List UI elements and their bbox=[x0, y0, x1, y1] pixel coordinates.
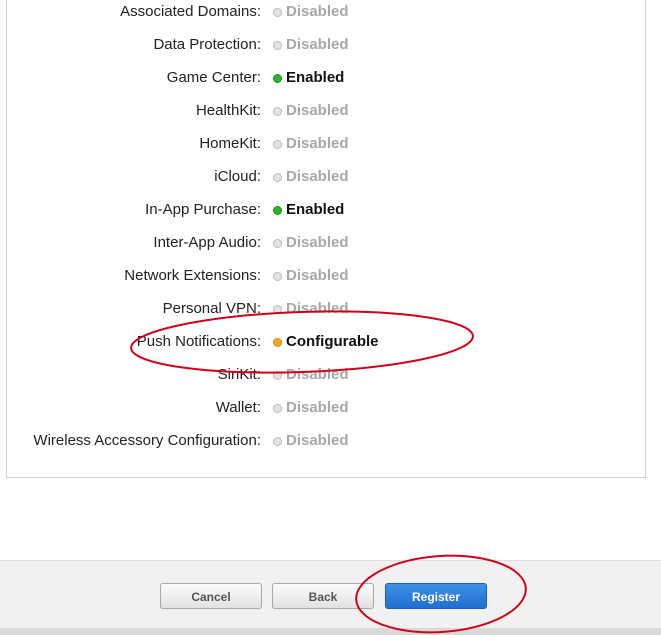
capability-label: Data Protection: bbox=[153, 36, 261, 53]
capability-status: Disabled bbox=[273, 429, 349, 453]
status-text: Disabled bbox=[286, 234, 349, 251]
capability-row: Inter-App Audio: Disabled bbox=[0, 231, 661, 264]
status-text: Disabled bbox=[286, 135, 349, 152]
status-dot-icon bbox=[273, 172, 282, 182]
back-button[interactable]: Back bbox=[272, 583, 374, 609]
capability-label: iCloud: bbox=[214, 168, 261, 185]
status-text: Enabled bbox=[286, 201, 345, 218]
cancel-button[interactable]: Cancel bbox=[160, 583, 262, 609]
status-text: Enabled bbox=[286, 69, 345, 86]
capability-status: Disabled bbox=[273, 132, 349, 156]
capability-row: Wallet: Disabled bbox=[0, 396, 661, 429]
capability-label: HomeKit: bbox=[199, 135, 261, 152]
capability-row: Wireless Accessory Configuration: Disable… bbox=[0, 429, 661, 462]
capability-row: Personal VPN: Disabled bbox=[0, 297, 661, 330]
capability-row: In-App Purchase: Enabled bbox=[0, 198, 661, 231]
capability-label: Network Extensions: bbox=[124, 267, 261, 284]
capability-label: Personal VPN: bbox=[162, 300, 261, 317]
capability-label: Wireless Accessory Configuration: bbox=[33, 432, 261, 449]
status-dot-icon bbox=[273, 40, 282, 50]
capability-row: Data Protection: Disabled bbox=[0, 33, 661, 66]
capability-label: SiriKit: bbox=[217, 366, 261, 383]
status-text: Disabled bbox=[286, 399, 349, 416]
capability-label: In-App Purchase: bbox=[145, 201, 261, 218]
status-text: Disabled bbox=[286, 36, 349, 53]
capability-row: Associated Domains: Disabled bbox=[0, 0, 661, 33]
status-text: Disabled bbox=[286, 168, 349, 185]
status-dot-icon bbox=[273, 205, 282, 215]
status-text: Disabled bbox=[286, 102, 349, 119]
capability-label: Associated Domains: bbox=[120, 3, 261, 20]
capability-status: Configurable bbox=[273, 330, 379, 354]
register-button[interactable]: Register bbox=[385, 583, 487, 609]
capability-row: Game Center: Enabled bbox=[0, 66, 661, 99]
capability-label: Wallet: bbox=[215, 399, 261, 416]
capability-row: HomeKit: Disabled bbox=[0, 132, 661, 165]
status-dot-icon bbox=[273, 238, 282, 248]
capability-status: Enabled bbox=[273, 198, 344, 222]
capability-row: iCloud: Disabled bbox=[0, 165, 661, 198]
status-text: Configurable bbox=[286, 333, 379, 350]
capability-status: Disabled bbox=[273, 99, 349, 123]
capability-row: Network Extensions: Disabled bbox=[0, 264, 661, 297]
capability-status: Disabled bbox=[273, 165, 349, 189]
capability-row: Push Notifications: Configurable bbox=[0, 330, 661, 363]
capability-label: HealthKit: bbox=[195, 102, 261, 119]
status-dot-icon bbox=[273, 73, 282, 83]
capability-status: Disabled bbox=[273, 363, 349, 387]
capability-row: SiriKit: Disabled bbox=[0, 363, 661, 396]
capability-row: HealthKit: Disabled bbox=[0, 99, 661, 132]
footer-bottom-strip bbox=[0, 628, 661, 635]
capability-status: Enabled bbox=[273, 66, 344, 90]
status-dot-icon bbox=[273, 7, 282, 17]
status-dot-icon bbox=[273, 403, 282, 413]
capabilities-page: Associated Domains: Disabled Data Protecti… bbox=[0, 0, 661, 635]
status-dot-icon bbox=[273, 304, 282, 314]
status-dot-icon bbox=[273, 139, 282, 149]
status-text: Disabled bbox=[286, 432, 349, 449]
capability-status: Disabled bbox=[273, 0, 349, 24]
capability-status: Disabled bbox=[273, 297, 349, 321]
status-text: Disabled bbox=[286, 300, 349, 317]
status-dot-icon bbox=[273, 271, 282, 281]
capability-status: Disabled bbox=[273, 264, 349, 288]
status-dot-icon bbox=[273, 436, 282, 446]
capability-label: Inter-App Audio: bbox=[153, 234, 261, 251]
capability-status: Disabled bbox=[273, 396, 349, 420]
status-text: Disabled bbox=[286, 3, 349, 20]
capability-label: Game Center: bbox=[166, 69, 261, 86]
capability-status: Disabled bbox=[273, 33, 349, 57]
capability-label: Push Notifications: bbox=[136, 333, 261, 350]
status-dot-icon bbox=[273, 370, 282, 380]
footer-bar: Cancel Back Register bbox=[0, 560, 661, 629]
capability-status: Disabled bbox=[273, 231, 349, 255]
status-dot-icon bbox=[273, 106, 282, 116]
status-text: Disabled bbox=[286, 267, 349, 284]
status-text: Disabled bbox=[286, 366, 349, 383]
status-dot-icon bbox=[273, 337, 282, 347]
